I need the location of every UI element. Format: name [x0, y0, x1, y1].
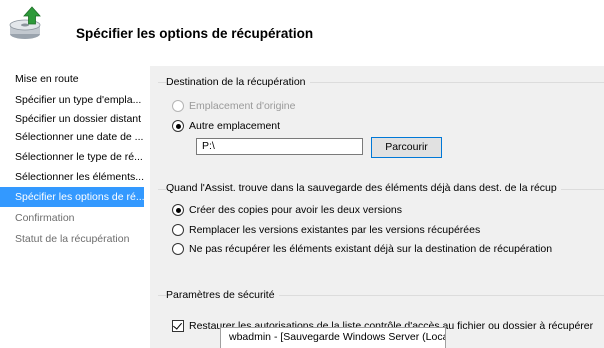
conflict-group-title: Quand l'Assist. trouve dans la sauvegard… [166, 182, 561, 194]
sidebar-item-remote-folder[interactable]: Spécifier un dossier distant [0, 109, 144, 129]
radio-other-location[interactable] [172, 120, 184, 132]
options-content-panel: Destination de la récupération Emplaceme… [150, 66, 604, 348]
sidebar-item-getting-started[interactable]: Mise en route [0, 69, 144, 89]
sidebar-item-recovery-status: Statut de la récupération [15, 233, 130, 245]
option-other-location-label: Autre emplacement [189, 120, 281, 132]
radio-create-copies[interactable] [172, 204, 184, 216]
option-original-location-label: Emplacement d'origine [189, 100, 296, 112]
option-create-copies-label: Créer des copies pour avoir les deux ver… [189, 204, 403, 216]
backup-restore-icon [9, 6, 41, 39]
sidebar-item-confirmation: Confirmation [15, 212, 75, 224]
destination-group: Destination de la récupération Emplaceme… [158, 66, 604, 164]
sidebar-item-location-type[interactable]: Spécifier un type d'empla... [0, 90, 144, 110]
security-group-title: Paramètres de sécurité [166, 289, 279, 301]
option-replace-versions-label: Remplacer les versions existantes par le… [189, 224, 481, 236]
wizard-header: Spécifier les options de récupération [0, 0, 604, 66]
sidebar-item-backup-date[interactable]: Sélectionner une date de ... [0, 127, 144, 147]
option-skip-existing-label: Ne pas récupérer les éléments existant d… [189, 243, 553, 255]
destination-group-title: Destination de la récupération [166, 76, 310, 88]
destination-path-input[interactable]: P:\ [196, 138, 363, 155]
page-title: Spécifier les options de récupération [76, 26, 314, 41]
radio-original-location [172, 100, 184, 112]
account-selector[interactable]: wbadmin - [Sauvegarde Windows Server (Lo… [220, 327, 446, 348]
sidebar-item-recovery-options[interactable]: Spécifier les options de ré... [0, 187, 144, 207]
browse-button[interactable]: Parcourir [371, 137, 442, 158]
wizard-steps-sidebar: Mise en route Spécifier un type d'empla.… [0, 66, 144, 348]
restore-acl-checkbox[interactable] [172, 320, 184, 332]
conflict-group: Quand l'Assist. trouve dans la sauvegard… [158, 178, 604, 264]
radio-replace-versions[interactable] [172, 224, 184, 236]
sidebar-item-recovery-type[interactable]: Sélectionner le type de ré... [0, 147, 144, 167]
sidebar-item-select-items[interactable]: Sélectionner les éléments... [0, 167, 144, 187]
radio-skip-existing[interactable] [172, 243, 184, 255]
